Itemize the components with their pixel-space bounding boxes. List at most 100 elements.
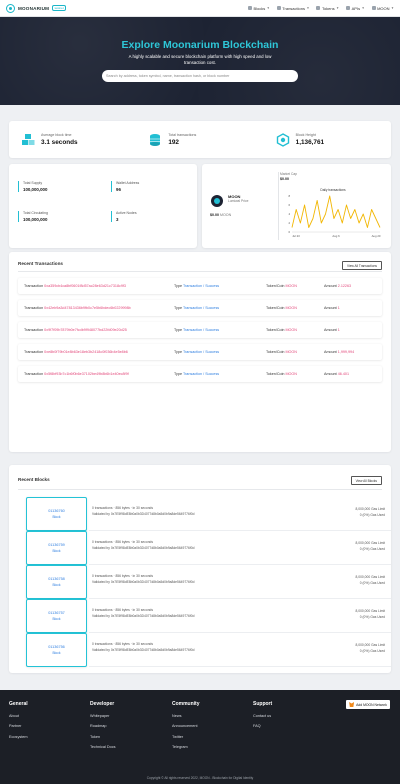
footer-link-partner[interactable]: Partner xyxy=(9,724,28,728)
add-network-label: Add MOON Network xyxy=(356,702,387,707)
tx-hash-link[interactable]: 0xe8b0f79b01e8b63e18eb3b2418c0f036b4e5e8… xyxy=(44,350,128,354)
block-tag: Block xyxy=(52,514,61,519)
tx-status: Success xyxy=(205,350,220,354)
tx-token-link[interactable]: MOON xyxy=(285,350,296,354)
coins-stack-icon xyxy=(150,133,161,146)
footer-link-whitepaper[interactable]: Whitepaper xyxy=(90,714,116,718)
divider xyxy=(18,271,382,272)
moon-icon xyxy=(371,6,376,10)
table-row[interactable]: Transaction 0x9f7f09b7879b0e7fcdb9f94807… xyxy=(18,322,382,338)
stat-total-transactions: Total transactions 192 xyxy=(136,133,263,147)
footer-link-contact-us[interactable]: Contact us xyxy=(253,714,272,718)
y-tick-label: 4 xyxy=(288,212,290,216)
footer-heading: Support xyxy=(253,701,273,707)
block-tag: Block xyxy=(52,582,61,587)
block-badge[interactable]: 01136756 Block xyxy=(26,633,87,667)
tx-label: Transaction xyxy=(24,372,44,376)
footer-link-ecosystem[interactable]: Ecosystem xyxy=(9,735,28,739)
tx-status: Success xyxy=(205,372,220,376)
divider xyxy=(278,172,279,240)
chevron-down-icon: ▼ xyxy=(391,6,394,10)
total-supply-value: 100,000,000 xyxy=(23,187,48,192)
network-icon xyxy=(276,132,289,147)
block-badge[interactable]: 01136757 Block xyxy=(26,599,87,633)
tx-token-link[interactable]: MOON xyxy=(285,372,296,376)
footer-link-roadmap[interactable]: Roadmap xyxy=(90,724,116,728)
coin-price-value: $0.00 xyxy=(210,213,219,217)
nav-transactions[interactable]: Transactions ▼ xyxy=(276,6,310,11)
footer-link-technical-docs[interactable]: Technical Docs xyxy=(90,745,116,749)
nav-tokens[interactable]: Tokens ▼ xyxy=(316,6,339,11)
tx-type-cell: Type Transaction / Success xyxy=(174,328,266,332)
tx-token-link[interactable]: MOON xyxy=(285,328,296,332)
brand-logo[interactable]: MOONARIUM testnet xyxy=(6,3,67,13)
tx-status: Success xyxy=(205,284,220,288)
tx-amount: 1 xyxy=(337,306,340,310)
tx-token-link[interactable]: MOON xyxy=(285,306,296,310)
table-row[interactable]: Transaction 0x42eb9a3d47813436b9fb0c7e5b… xyxy=(18,300,382,316)
stats-card: Average block time 3.1 seconds Total tran… xyxy=(9,121,391,158)
block-number: 01136756 xyxy=(48,645,65,649)
block-badge[interactable]: 01136758 Block xyxy=(26,565,87,599)
chevron-down-icon: ▼ xyxy=(306,6,310,10)
search-input[interactable] xyxy=(102,70,298,82)
nav-apis-label: APIs xyxy=(351,5,361,11)
add-network-button[interactable]: Add MOON Network xyxy=(346,700,390,709)
footer-link-faq[interactable]: FAQ xyxy=(253,724,272,728)
blocks-icon xyxy=(22,133,35,145)
tx-amount: 46.401 xyxy=(337,372,350,376)
view-all-blocks-button[interactable]: View All Blocks xyxy=(350,476,382,485)
token-icon xyxy=(316,6,321,10)
block-summary: 0 transactions · 856 bytes · in 30 secon… xyxy=(92,506,154,510)
footer-link-telegram[interactable]: Telegram xyxy=(172,745,200,749)
block-row[interactable]: 01136756 Block 0 transactions · 856 bytes… xyxy=(26,633,391,667)
block-validator: Validated by 0x7E5f98dE8b0a0b3D4077d8b0a… xyxy=(92,648,195,652)
nav-blocks-label: Blocks xyxy=(253,5,266,11)
chevron-down-icon: ▼ xyxy=(361,6,365,10)
tx-hash-link[interactable]: 0x42eb9a3d47813436b9fb0c7e5b6bdec6b02299… xyxy=(44,306,131,310)
nav-menu: Blocks ▼ Transactions ▼ Tokens ▼ APIs ▼ MOON… xyxy=(247,5,394,11)
nav-apis[interactable]: APIs ▼ xyxy=(346,5,365,11)
tx-token-cell: Token/Coin MOON xyxy=(266,372,324,376)
x-tick-label: Aug 20 xyxy=(372,234,381,238)
nav-network[interactable]: MOON ▼ xyxy=(371,6,394,11)
brand-name: MOONARIUM xyxy=(18,5,50,11)
x-tick-label: Aug 6 xyxy=(332,234,340,238)
block-row[interactable]: 01136758 Block 0 transactions · 856 bytes… xyxy=(26,565,391,599)
tx-token-link[interactable]: MOON xyxy=(285,284,296,288)
tx-amount: 1 xyxy=(337,328,340,332)
table-row[interactable]: Transaction 0x5f8bf93b7c1b6f0b6e37102be4… xyxy=(18,366,382,382)
footer-link-announcement[interactable]: Announcement xyxy=(172,724,200,728)
footer-link-news[interactable]: News xyxy=(172,714,200,718)
total-supply: Total Supply 100,000,000 xyxy=(18,181,98,192)
logo-icon xyxy=(6,3,15,13)
block-info: 0 transactions · 856 bytes · in 30 secon… xyxy=(89,531,391,565)
tx-type: Transaction xyxy=(182,350,203,354)
tx-hash-link[interactable]: 0xa359cb4ca8bf0601f8d57ac28e63d21c7318c9… xyxy=(44,284,126,288)
tx-token-label: Token/Coin xyxy=(266,350,285,354)
table-row[interactable]: Transaction 0xa359cb4ca8bf0601f8d57ac28e… xyxy=(18,278,382,294)
block-badge[interactable]: 01136760 Block xyxy=(26,497,87,531)
active-nodes: Active Nodes 3 xyxy=(111,211,191,222)
coin-price-unit: MOON xyxy=(220,213,232,217)
tx-type: Transaction xyxy=(182,284,203,288)
block-info: 0 transactions · 856 bytes · in 30 secon… xyxy=(89,497,391,531)
block-row[interactable]: 01136760 Block 0 transactions · 856 bytes… xyxy=(26,497,391,531)
footer-link-twitter[interactable]: Twitter xyxy=(172,735,200,739)
view-all-transactions-button[interactable]: View All Transactions xyxy=(341,261,382,270)
moon-coin-icon xyxy=(211,195,223,207)
block-badge[interactable]: 01136759 Block xyxy=(26,531,87,565)
tx-hash-link[interactable]: 0x5f8bf93b7c1b6f0b6e37102be49b8b6b1e40ec… xyxy=(44,372,128,376)
table-row[interactable]: Transaction 0xe8b0f79b01e8b63e18eb3b2418… xyxy=(18,344,382,360)
footer-link-about[interactable]: About xyxy=(9,714,28,718)
block-row[interactable]: 01136757 Block 0 transactions · 856 bytes… xyxy=(26,599,391,633)
total-circulating-value: 100,000,000 xyxy=(23,217,48,222)
stat-value: 192 xyxy=(168,138,179,146)
nav-blocks[interactable]: Blocks ▼ xyxy=(247,5,270,11)
active-nodes-value: 3 xyxy=(116,217,119,222)
footer-link-token[interactable]: Token xyxy=(90,735,116,739)
block-number: 01136758 xyxy=(48,577,65,581)
chart-marks xyxy=(291,195,381,228)
tx-hash-link[interactable]: 0x9f7f09b7879b0e7fcdb9f948077bd22fd09e20… xyxy=(44,328,127,332)
block-row[interactable]: 01136759 Block 0 transactions · 856 bytes… xyxy=(26,531,391,565)
